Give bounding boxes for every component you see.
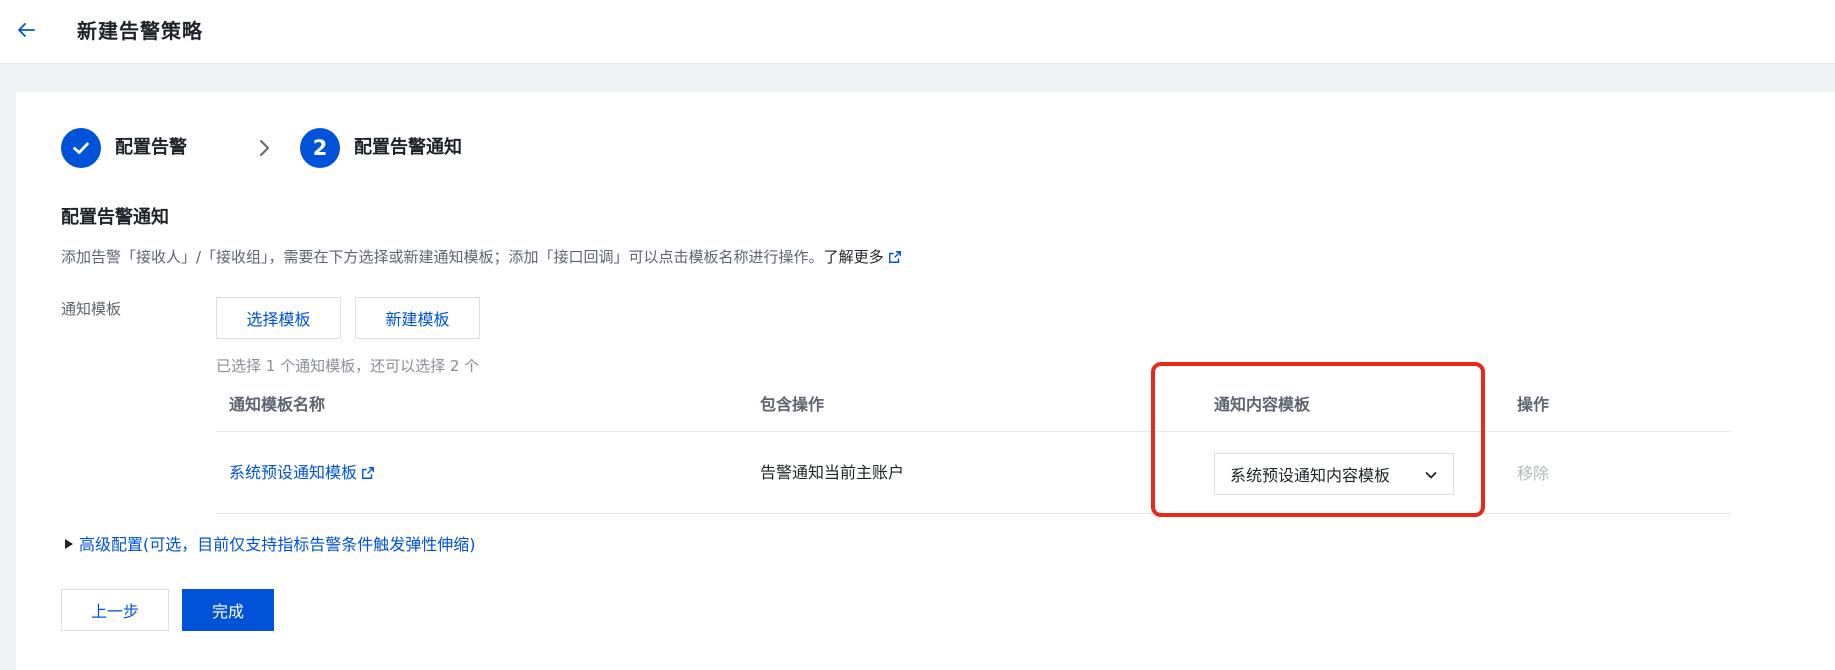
- page-title: 新建告警策略: [77, 19, 203, 43]
- advanced-config-toggle[interactable]: 高级配置(可选，目前仅支持指标告警条件触发弹性伸缩): [65, 534, 476, 556]
- col-header-operations: 包含操作: [760, 395, 825, 414]
- step-2-current-badge: 2: [300, 128, 340, 168]
- main-card: 配置告警 2 配置告警通知 配置告警通知 添加告警「接收人」/「接收组」，需要在…: [16, 92, 1835, 670]
- col-header-template-name: 通知模板名称: [229, 395, 326, 414]
- learn-more-label: 了解更多: [823, 248, 884, 266]
- learn-more-link[interactable]: 了解更多: [824, 248, 902, 266]
- col-header-action: 操作: [1517, 395, 1550, 414]
- template-name-label: 系统预设通知模板: [229, 463, 358, 482]
- prev-step-button[interactable]: 上一步: [61, 589, 169, 631]
- description-text: 添加告警「接收人」/「接收组」，需要在下方选择或新建通知模板；添加「接口回调」可…: [61, 248, 824, 266]
- remove-button[interactable]: 移除: [1517, 463, 1549, 485]
- notify-template-label: 通知模板: [61, 300, 122, 318]
- step-2-label: 配置告警通知: [354, 137, 462, 158]
- operations-cell: 告警通知当前主账户: [760, 463, 905, 482]
- table-header-divider: [216, 431, 1731, 432]
- chevron-right-icon: [260, 140, 269, 156]
- step-1-done-badge: [61, 128, 101, 168]
- step-1-label: 配置告警: [115, 137, 187, 158]
- section-description: 添加告警「接收人」/「接收组」，需要在下方选择或新建通知模板；添加「接口回调」可…: [61, 246, 902, 268]
- table-row-divider: [216, 513, 1731, 514]
- arrow-left-icon[interactable]: [14, 18, 38, 42]
- external-link-icon: [362, 467, 374, 479]
- col-header-content-template: 通知内容模板: [1214, 395, 1311, 414]
- content-template-select[interactable]: 系统预设通知内容模板: [1214, 453, 1454, 495]
- create-template-button[interactable]: 新建模板: [355, 297, 480, 339]
- caret-right-icon: [65, 539, 73, 549]
- advanced-config-label: 高级配置(可选，目前仅支持指标告警条件触发弹性伸缩): [79, 535, 476, 554]
- section-title: 配置告警通知: [61, 207, 169, 228]
- finish-button[interactable]: 完成: [182, 589, 274, 631]
- content-template-value: 系统预设通知内容模板: [1230, 466, 1391, 485]
- select-template-button[interactable]: 选择模板: [216, 297, 341, 339]
- top-bar: 新建告警策略: [0, 0, 1835, 64]
- external-link-icon: [888, 251, 901, 263]
- chevron-down-icon: [1425, 472, 1437, 479]
- template-name-link[interactable]: 系统预设通知模板: [229, 462, 375, 484]
- check-icon: [73, 142, 89, 154]
- selection-hint: 已选择 1 个通知模板，还可以选择 2 个: [216, 357, 480, 375]
